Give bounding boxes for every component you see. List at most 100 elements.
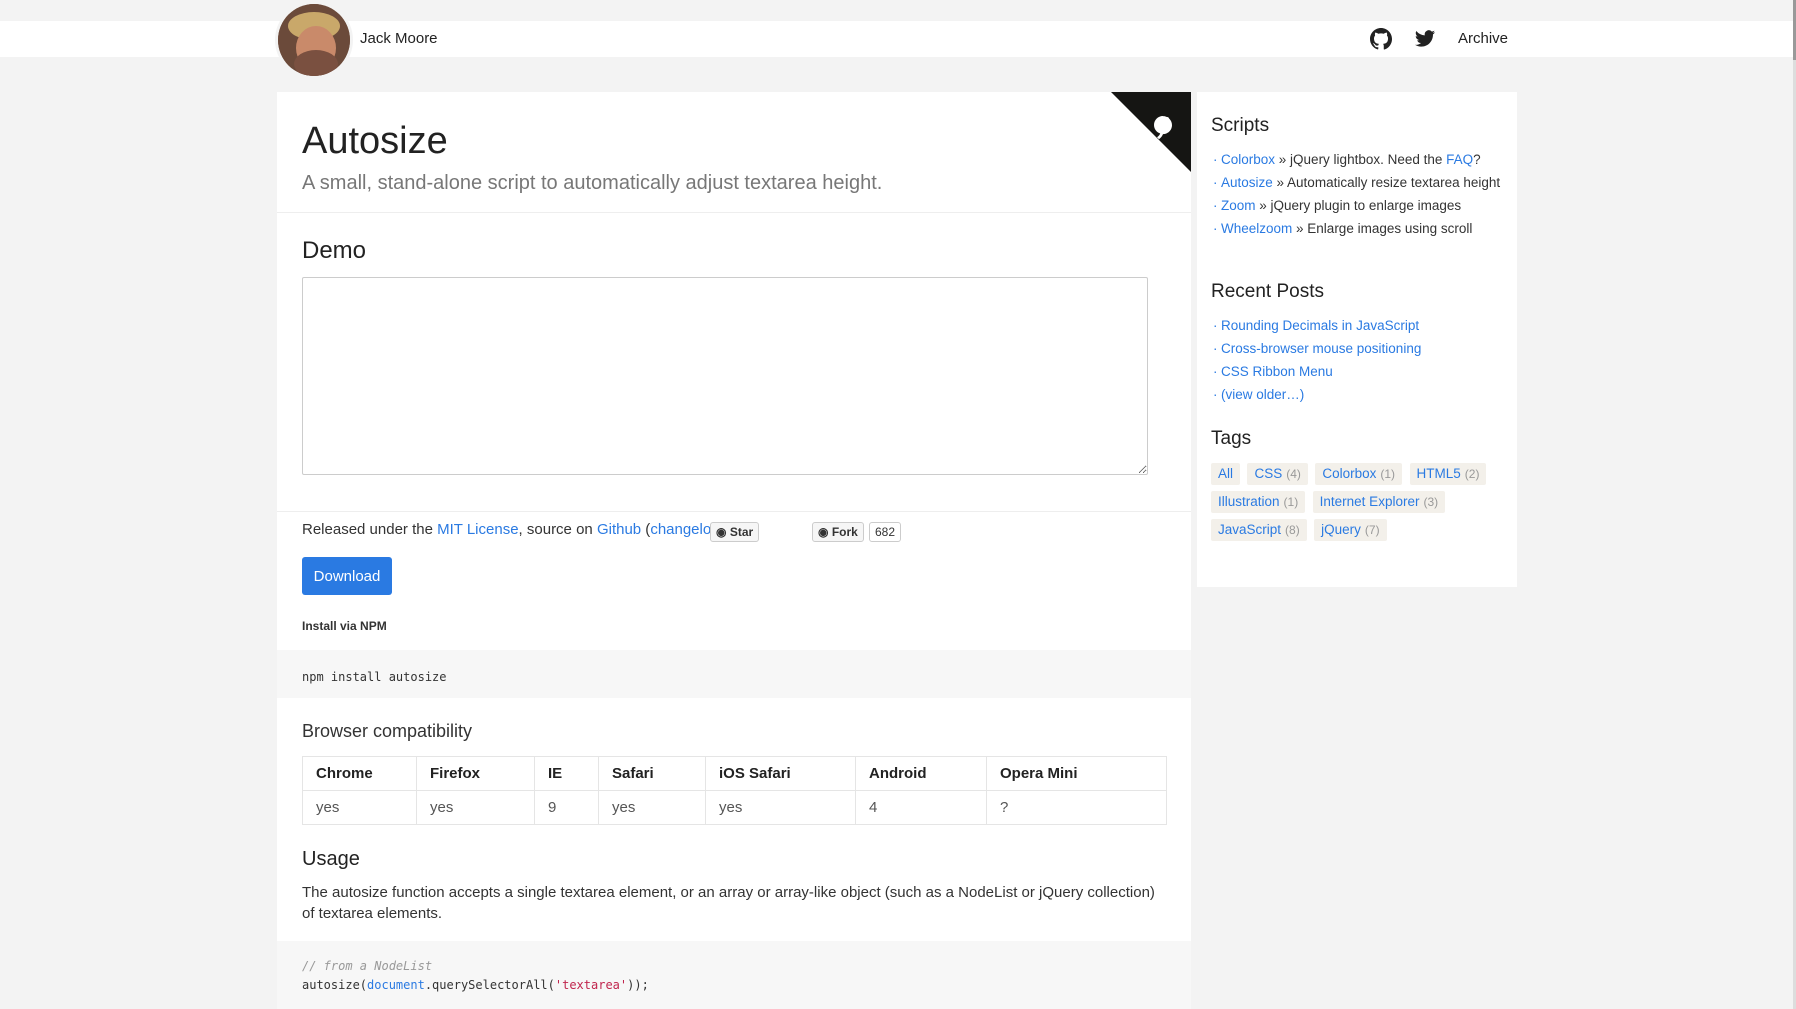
scripts-list: Colorbox » jQuery lightbox. Need the FAQ… bbox=[1213, 150, 1507, 242]
paren-open: ( bbox=[641, 521, 651, 538]
compat-col-header: IE bbox=[534, 756, 599, 791]
tag-link[interactable]: All bbox=[1211, 463, 1241, 485]
npm-label: Install via NPM bbox=[302, 619, 387, 633]
compat-col-header: Android bbox=[855, 756, 987, 791]
link-separator: » bbox=[1255, 198, 1271, 213]
divider bbox=[277, 212, 1191, 213]
source-text: , source on bbox=[518, 521, 597, 538]
code-end: )); bbox=[627, 978, 649, 992]
tag-link[interactable]: HTML5 (2) bbox=[1409, 463, 1487, 485]
script-link[interactable]: Wheelzoom bbox=[1221, 221, 1292, 236]
usage-paragraph: The autosize function accepts a single t… bbox=[302, 884, 1155, 922]
script-desc: jQuery plugin to enlarge images bbox=[1270, 198, 1462, 213]
npm-command: npm install autosize bbox=[302, 670, 447, 684]
license-prefix: Released under the bbox=[302, 521, 438, 538]
avatar-photo bbox=[278, 4, 350, 76]
github-star-button[interactable]: ◉ Star bbox=[710, 522, 760, 542]
mit-license-link[interactable]: MIT License bbox=[437, 521, 518, 538]
fork-count[interactable]: 682 bbox=[869, 522, 902, 542]
tags-heading: Tags bbox=[1211, 428, 1252, 449]
tag-link[interactable]: Illustration (1) bbox=[1211, 491, 1306, 513]
github-fork-button[interactable]: ◉ Fork bbox=[812, 522, 864, 542]
script-desc: Automatically resize textarea height bbox=[1287, 175, 1501, 190]
twitter-icon[interactable] bbox=[1414, 28, 1436, 50]
view-older-link[interactable]: (view older…) bbox=[1221, 387, 1304, 402]
compat-cell: ? bbox=[986, 790, 1167, 825]
tag-link[interactable]: JavaScript (8) bbox=[1211, 519, 1307, 541]
script-link[interactable]: Zoom bbox=[1221, 198, 1256, 213]
recent-post-link[interactable]: Cross-browser mouse positioning bbox=[1221, 341, 1421, 356]
list-item: Colorbox » jQuery lightbox. Need the FAQ… bbox=[1213, 150, 1507, 170]
compat-col-header: Chrome bbox=[302, 756, 417, 791]
avatar[interactable] bbox=[278, 4, 350, 76]
github-icon[interactable] bbox=[1370, 28, 1393, 50]
tag-count: (1) bbox=[1283, 495, 1299, 509]
divider bbox=[277, 511, 1191, 512]
github-link[interactable]: Github bbox=[597, 521, 641, 538]
tag-name: jQuery bbox=[1321, 522, 1361, 537]
github-corner-icon[interactable] bbox=[1111, 92, 1191, 172]
archive-link[interactable]: Archive bbox=[1458, 30, 1508, 47]
tag-name: JavaScript bbox=[1218, 522, 1282, 537]
script-link[interactable]: Autosize bbox=[1221, 175, 1273, 190]
usage-heading: Usage bbox=[302, 848, 360, 870]
code-comment: // from a NodeList bbox=[302, 959, 433, 973]
tag-link[interactable]: jQuery (7) bbox=[1314, 519, 1387, 541]
table-header-row: Chrome Firefox IE Safari iOS Safari Andr… bbox=[302, 756, 1167, 791]
code-method: .querySelectorAll( bbox=[424, 978, 555, 992]
tag-count: (1) bbox=[1380, 467, 1396, 481]
compat-cell: yes bbox=[705, 790, 856, 825]
list-item: (view older…) bbox=[1213, 385, 1507, 405]
npm-code-block: npm install autosize bbox=[277, 650, 1191, 698]
download-button[interactable]: Download bbox=[302, 557, 392, 595]
recent-post-link[interactable]: CSS Ribbon Menu bbox=[1221, 364, 1333, 379]
author-name-link[interactable]: Jack Moore bbox=[360, 30, 438, 47]
github-icon: ◉ bbox=[818, 525, 832, 539]
link-separator: » bbox=[1275, 152, 1291, 167]
tag-count: (2) bbox=[1464, 467, 1480, 481]
link-separator: » bbox=[1272, 175, 1288, 190]
faq-link[interactable]: FAQ bbox=[1446, 152, 1473, 167]
script-link[interactable]: Colorbox bbox=[1221, 152, 1275, 167]
tag-name: Internet Explorer bbox=[1319, 494, 1420, 509]
compat-cell: 4 bbox=[855, 790, 987, 825]
compat-col-header: Safari bbox=[598, 756, 706, 791]
scripts-heading: Scripts bbox=[1211, 115, 1270, 136]
tag-link[interactable]: Colorbox (1) bbox=[1315, 463, 1403, 485]
page-title: Autosize bbox=[302, 120, 448, 162]
tag-name: HTML5 bbox=[1416, 466, 1461, 481]
top-nav-bar bbox=[0, 21, 1793, 57]
compat-col-header: iOS Safari bbox=[705, 756, 856, 791]
github-icon: ◉ bbox=[716, 525, 730, 539]
tag-name: All bbox=[1218, 466, 1234, 481]
demo-textarea[interactable] bbox=[302, 277, 1148, 475]
recent-post-link[interactable]: Rounding Decimals in JavaScript bbox=[1221, 318, 1419, 333]
code-obj: document bbox=[367, 978, 425, 992]
script-desc-suffix: ? bbox=[1473, 152, 1481, 167]
code-line: autosize(document.querySelectorAll('text… bbox=[302, 976, 1166, 995]
list-item: Rounding Decimals in JavaScript bbox=[1213, 316, 1507, 336]
list-item: CSS Ribbon Menu bbox=[1213, 362, 1507, 382]
tag-count: (8) bbox=[1285, 523, 1300, 537]
page-subtitle: A small, stand-alone script to automatic… bbox=[302, 172, 883, 194]
tag-name: CSS bbox=[1254, 466, 1283, 481]
compat-cell: 9 bbox=[534, 790, 599, 825]
tag-link[interactable]: CSS (4) bbox=[1247, 463, 1308, 485]
list-item: Zoom » jQuery plugin to enlarge images bbox=[1213, 196, 1507, 216]
demo-heading: Demo bbox=[302, 237, 367, 264]
compat-col-header: Firefox bbox=[416, 756, 535, 791]
tag-link[interactable]: Internet Explorer (3) bbox=[1312, 491, 1446, 513]
main-content: Autosize A small, stand-alone script to … bbox=[277, 92, 1191, 1009]
sidebar: Scripts Colorbox » jQuery lightbox. Need… bbox=[1197, 92, 1517, 587]
link-separator: » bbox=[1292, 221, 1308, 236]
tag-cloud: All CSS (4) Colorbox (1) HTML5 (2) Illustra… bbox=[1211, 463, 1511, 547]
usage-code-block: // from a NodeList autosize(document.que… bbox=[277, 941, 1191, 1009]
tag-count: (3) bbox=[1423, 495, 1439, 509]
script-desc: jQuery lightbox. Need the bbox=[1290, 152, 1447, 167]
list-item: Autosize » Automatically resize textarea… bbox=[1213, 173, 1507, 193]
tag-name: Illustration bbox=[1218, 494, 1280, 509]
recent-posts-list: Rounding Decimals in JavaScript Cross-br… bbox=[1213, 316, 1507, 408]
compat-col-header: Opera Mini bbox=[986, 756, 1167, 791]
compat-cell: yes bbox=[416, 790, 535, 825]
table-row: yes yes 9 yes yes 4 ? bbox=[302, 790, 1167, 825]
